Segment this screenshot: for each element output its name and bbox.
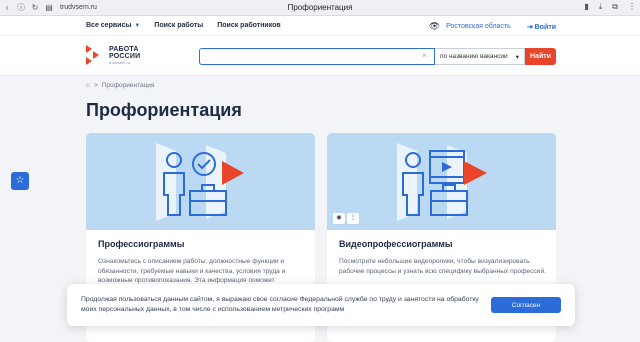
share-icon[interactable]: ⧉ xyxy=(612,2,618,12)
breadcrumb-current: Профориентация xyxy=(101,82,155,89)
logo-subtitle: trudvsem.ru xyxy=(109,59,131,65)
card-illustration xyxy=(86,133,315,230)
cookie-consent-banner: Продолжая пользоваться данным сайтом, я … xyxy=(67,284,575,326)
card-title: Профессиограммы xyxy=(98,239,185,249)
logo-line-1: РАБОТА xyxy=(109,45,139,53)
logo-mark-icon xyxy=(86,45,104,65)
site-header: РАБОТА РОССИИ trudvsem.ru × по названию … xyxy=(0,36,640,76)
breadcrumb: ⌂ > Профориентация xyxy=(86,82,154,89)
download-icon[interactable]: ⤓ xyxy=(599,2,603,12)
logo[interactable]: РАБОТА РОССИИ trudvsem.ru xyxy=(86,45,140,65)
nav-all-services[interactable]: Все сервисы ▼ xyxy=(86,22,140,29)
region-selector[interactable]: Ростовская область xyxy=(446,23,511,30)
logo-line-2: РОССИИ xyxy=(109,52,141,60)
address-bar[interactable]: trudvsem.ru xyxy=(60,4,97,11)
search-bar: × по названию вакансии ▾ Найти xyxy=(199,48,556,65)
clear-icon[interactable]: × xyxy=(422,51,427,60)
lock-icon: ▤ xyxy=(45,3,53,12)
video-film-illustration xyxy=(397,143,487,221)
chevron-down-icon: ▼ xyxy=(134,23,141,29)
page-title: Профориентация xyxy=(86,100,242,120)
star-icon[interactable]: ☆ xyxy=(11,172,29,190)
top-navigation: Все сервисы ▼ Поиск работы Поиск работник… xyxy=(0,16,640,36)
eye-icon[interactable]: 👁 xyxy=(429,21,440,32)
cookie-text: Продолжая пользоваться данным сайтом, я … xyxy=(81,296,479,313)
breadcrumb-separator: > xyxy=(93,82,98,89)
person-checkmark-illustration xyxy=(156,143,244,221)
search-input[interactable] xyxy=(199,48,435,65)
refresh-icon[interactable]: ↻ xyxy=(28,3,42,12)
nav-employee-search[interactable]: Поиск работников xyxy=(217,22,281,29)
bookmark-icon[interactable]: ▮ xyxy=(584,2,588,12)
info-icon[interactable]: ⓘ xyxy=(14,2,28,13)
more-options-icon[interactable]: ⋮ xyxy=(347,213,359,224)
nav-job-search[interactable]: Поиск работы xyxy=(154,22,203,29)
card-illustration: ◉ ⋮ xyxy=(327,133,556,230)
login-link[interactable]: ⇥ Войти xyxy=(527,23,556,31)
search-button[interactable]: Найти xyxy=(525,48,556,65)
card-description: Посмотрите небольшие видеоролики, чтобы … xyxy=(339,258,546,275)
search-mode-select[interactable]: по названию вакансии ▾ xyxy=(435,48,525,65)
accept-cookies-button[interactable]: Согласен xyxy=(491,297,561,313)
back-icon[interactable]: ‹ xyxy=(0,3,14,12)
home-icon[interactable]: ⌂ xyxy=(86,82,90,89)
card-description: Ознакомьтесь с описанием работы: должнос… xyxy=(98,258,286,284)
camera-icon[interactable]: ◉ xyxy=(333,213,345,224)
browser-toolbar: ‹ ⓘ ↻ ▤ trudvsem.ru Профориентация ▮ ⤓ ⧉… xyxy=(0,0,640,16)
card-title: Видеопрофессиограммы xyxy=(339,239,453,249)
menu-icon[interactable]: ⋮ xyxy=(628,2,636,12)
chevron-down-icon: ▾ xyxy=(515,53,519,61)
